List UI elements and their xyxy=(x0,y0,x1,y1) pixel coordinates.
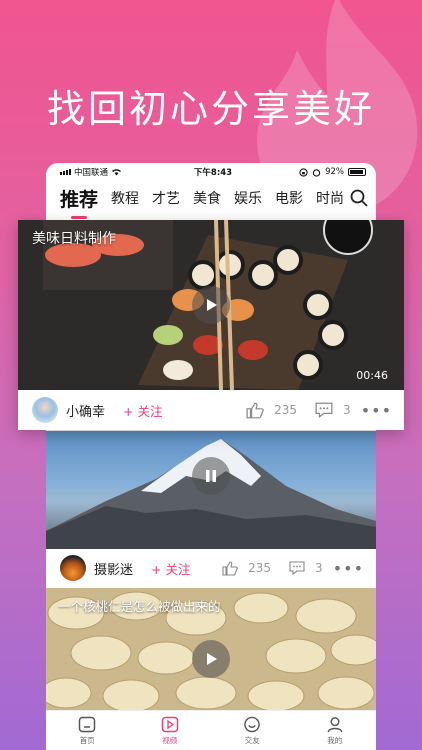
video-meta-row: 摄影迷 + 关注 235 3 ••• xyxy=(46,549,376,587)
smile-icon xyxy=(244,716,261,732)
home-icon xyxy=(79,716,96,732)
tab-entertainment[interactable]: 娱乐 xyxy=(234,188,262,208)
category-tabs: 推荐 教程 才艺 美食 娱乐 电影 时尚 xyxy=(46,181,376,215)
search-icon[interactable] xyxy=(350,189,368,207)
status-time: 下午8:43 xyxy=(193,168,233,178)
tab-food[interactable]: 美食 xyxy=(193,188,221,208)
video-thumbnail-mountain[interactable] xyxy=(46,431,376,549)
follow-button[interactable]: + 关注 xyxy=(123,401,162,420)
play-icon xyxy=(207,299,217,311)
signal-icon xyxy=(60,169,71,175)
video-card-mountain: 摄影迷 + 关注 235 3 ••• xyxy=(46,431,376,587)
comment-icon xyxy=(289,561,305,575)
pause-icon xyxy=(206,470,216,482)
follow-button[interactable]: + 关注 xyxy=(151,559,190,578)
more-icon[interactable]: ••• xyxy=(333,559,364,578)
nav-me[interactable]: 我的 xyxy=(294,711,377,750)
like-count: 235 xyxy=(274,403,298,417)
video-title: 一个核桃仁是怎么被做出来的 xyxy=(58,599,221,614)
avatar[interactable] xyxy=(32,397,58,423)
play-button[interactable] xyxy=(192,286,230,324)
comment-stat[interactable]: 3 xyxy=(315,402,351,418)
tab-talent[interactable]: 才艺 xyxy=(152,188,180,208)
lock-rotation-icon xyxy=(299,167,308,177)
battery-icon xyxy=(348,168,366,176)
tab-fashion[interactable]: 时尚 xyxy=(316,188,344,208)
video-meta-row: 小确幸 + 关注 235 3 ••• xyxy=(18,390,404,430)
more-icon[interactable]: ••• xyxy=(361,401,392,420)
comment-stat[interactable]: 3 xyxy=(289,561,323,575)
comment-icon xyxy=(315,402,333,418)
video-thumbnail-sushi[interactable]: 美味日料制作 00:46 xyxy=(18,220,404,390)
video-title: 美味日料制作 xyxy=(32,231,116,247)
nav-video-label: 视频 xyxy=(162,735,178,745)
pause-button[interactable] xyxy=(192,457,230,495)
like-count: 235 xyxy=(248,561,272,575)
status-bar: 中国联通 下午8:43 92% xyxy=(46,163,376,181)
thumbs-up-icon xyxy=(246,402,264,418)
follow-label: 关注 xyxy=(165,561,191,577)
nav-friends[interactable]: 交友 xyxy=(211,711,294,750)
author-name[interactable]: 摄影迷 xyxy=(94,559,133,578)
tab-movie[interactable]: 电影 xyxy=(275,188,303,208)
tab-recommend[interactable]: 推荐 xyxy=(60,185,98,212)
like-stat[interactable]: 235 xyxy=(222,560,272,576)
avatar[interactable] xyxy=(60,555,86,581)
nav-video[interactable]: 视频 xyxy=(129,711,212,750)
nav-home-label: 首页 xyxy=(79,735,95,745)
nav-me-label: 我的 xyxy=(327,735,343,745)
thumbs-up-icon xyxy=(222,560,238,576)
like-stat[interactable]: 235 xyxy=(246,402,297,419)
page-headline: 找回初心分享美好 xyxy=(46,87,375,131)
alarm-icon xyxy=(312,168,321,177)
video-duration: 00:46 xyxy=(356,369,388,382)
comment-count: 3 xyxy=(343,403,351,417)
user-icon xyxy=(327,716,343,732)
nav-home[interactable]: 首页 xyxy=(46,711,129,750)
play-icon xyxy=(207,653,217,665)
author-name[interactable]: 小确幸 xyxy=(66,401,105,420)
carrier-label: 中国联通 xyxy=(74,168,109,178)
nav-friends-label: 交友 xyxy=(244,735,260,745)
video-card-sushi: 美味日料制作 00:46 小确幸 + 关注 235 3 ••• xyxy=(18,220,404,430)
video-thumbnail-walnut[interactable]: 一个核桃仁是怎么被做出来的 xyxy=(46,588,376,710)
comment-count: 3 xyxy=(315,561,323,575)
play-button[interactable] xyxy=(192,640,230,678)
battery-percent: 92% xyxy=(325,167,344,177)
video-icon xyxy=(161,716,178,732)
wifi-icon xyxy=(112,169,122,176)
tab-tutorial[interactable]: 教程 xyxy=(111,188,139,208)
follow-label: 关注 xyxy=(137,403,163,419)
bottom-nav: 首页 视频 交友 我的 xyxy=(46,710,376,750)
